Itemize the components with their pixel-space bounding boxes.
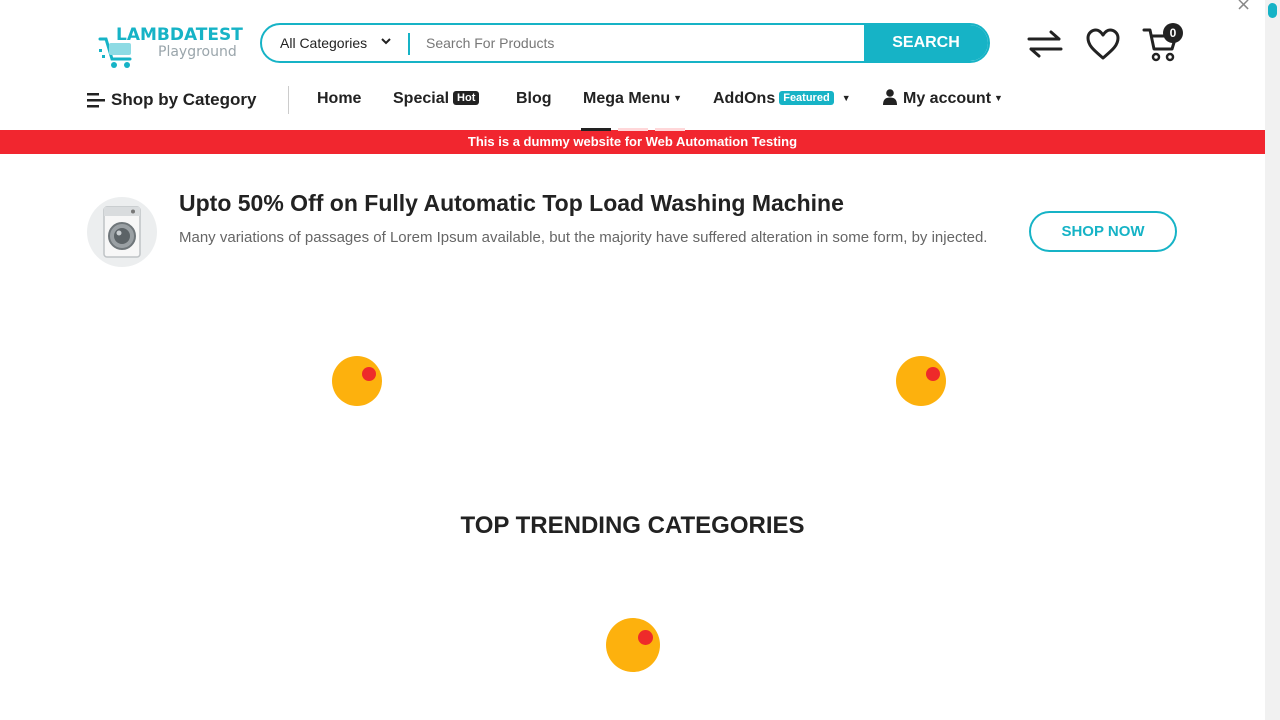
washing-machine-icon	[103, 206, 141, 258]
nav-my-account-label: My account	[903, 90, 992, 107]
logo-subtitle: Playground	[158, 44, 237, 60]
loading-spinner	[606, 618, 660, 672]
trending-categories-title: TOP TRENDING CATEGORIES	[460, 512, 805, 539]
search-bar: All Categories SEARCH	[260, 23, 990, 63]
nav-divider	[288, 86, 289, 114]
page: LAMBDATEST Playground All Categories SEA…	[0, 0, 1265, 720]
slider-indicator-active[interactable]	[581, 128, 611, 131]
cart-count-badge: 0	[1163, 23, 1183, 43]
close-icon[interactable]: ×	[1236, 0, 1251, 15]
promo-image	[87, 197, 157, 267]
shop-now-button[interactable]: SHOP NOW	[1029, 211, 1177, 252]
site-logo[interactable]: LAMBDATEST Playground	[98, 25, 243, 69]
caret-down-icon: ▼	[841, 93, 851, 103]
loading-spinner-dot	[362, 367, 376, 381]
heart-icon[interactable]	[1085, 27, 1121, 61]
nav-mega-menu[interactable]: Mega Menu ▼	[583, 90, 682, 108]
search-button[interactable]: SEARCH	[864, 25, 988, 61]
announcement-banner: This is a dummy website for Web Automati…	[0, 128, 1265, 154]
scrollbar-thumb[interactable]	[1268, 3, 1277, 18]
compare-icon[interactable]	[1027, 30, 1063, 58]
slider-indicator[interactable]	[655, 128, 685, 131]
loading-spinner-dot	[638, 630, 653, 645]
chevron-down-icon[interactable]	[380, 25, 392, 61]
search-input[interactable]	[416, 25, 886, 61]
nav-addons[interactable]: AddOns Featured ▼	[713, 90, 851, 108]
caret-down-icon: ▼	[673, 93, 683, 103]
promo-title: Upto 50% Off on Fully Automatic Top Load…	[179, 190, 844, 216]
banner-text: This is a dummy website for Web Automati…	[467, 134, 798, 149]
nav-blog[interactable]: Blog	[516, 90, 552, 108]
user-icon	[883, 88, 897, 105]
logo-title: LAMBDATEST	[116, 25, 243, 45]
nav-special-label: Special	[393, 90, 450, 107]
nav-home[interactable]: Home	[317, 90, 361, 108]
hamburger-icon	[87, 92, 105, 108]
nav-addons-label: AddOns	[713, 90, 776, 107]
shop-by-category-button[interactable]: Shop by Category	[87, 90, 256, 110]
search-divider	[408, 33, 410, 55]
page-scrollbar[interactable]	[1265, 0, 1280, 720]
shop-by-category-label: Shop by Category	[111, 90, 257, 109]
nav-my-account[interactable]: My account ▼	[883, 88, 1003, 108]
loading-spinner-dot	[926, 367, 940, 381]
featured-badge: Featured	[779, 90, 834, 105]
loading-spinner	[332, 356, 382, 406]
slider-indicator[interactable]	[618, 128, 648, 131]
hot-badge: Hot	[453, 90, 480, 105]
main-nav: Shop by Category Home Special Hot Blog Me…	[0, 80, 1265, 120]
nav-special[interactable]: Special Hot	[393, 90, 480, 108]
nav-mega-menu-label: Mega Menu	[583, 90, 671, 107]
caret-down-icon: ▼	[994, 93, 1003, 103]
promo-description: Many variations of passages of Lorem Ips…	[179, 229, 988, 246]
loading-spinner	[896, 356, 946, 406]
category-select[interactable]: All Categories	[280, 25, 367, 61]
